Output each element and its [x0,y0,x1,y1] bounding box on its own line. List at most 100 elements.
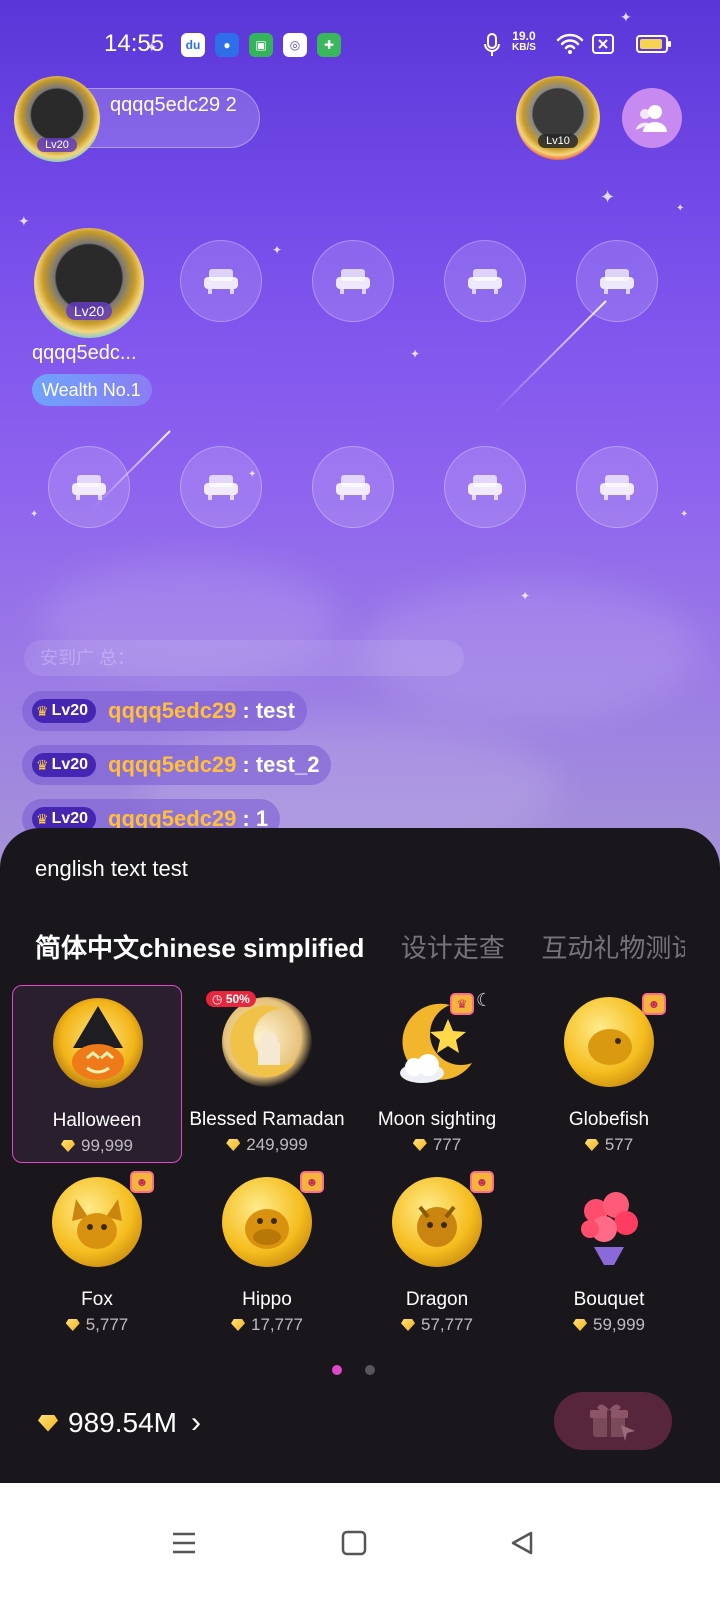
back-nav-button[interactable] [502,1523,542,1563]
host-name: qqqq5edc29 2 [110,94,237,116]
gift-tag-icon: ☻ [130,1171,154,1193]
gift-price: 59,999 [524,1315,694,1335]
balance-value: 989.54M [68,1407,177,1438]
sofa-icon [468,475,502,500]
wifi-icon [556,33,584,54]
hippo-gift-icon [222,1177,312,1267]
tab-chinese-simplified[interactable]: 简体中文chinese simplified [35,928,364,965]
gift-price-value: 99,999 [81,1136,133,1155]
crown-icon: ♛ [36,702,49,719]
gift-name: Blessed Ramadan [189,1109,345,1130]
chat-level-badge: ♛ Lv20 [32,753,97,777]
gift-name: Moon sighting [377,1109,497,1130]
chat-username[interactable]: qqqq5edc29 [108,698,236,724]
home-square-icon [341,1530,367,1556]
tab-interactive-gift-test[interactable]: 互动礼物测试 [541,928,685,965]
tab-design-review[interactable]: 设计走查 [401,928,505,965]
star-decoration: ✦ [680,509,689,520]
chevron-right-icon: › [190,1406,201,1439]
sofa-icon [204,269,238,294]
gift-item[interactable]: ◷ 50% Blessed Ramadan 249,999 [182,985,352,1163]
empty-seat[interactable] [180,446,262,528]
gift-box-icon [590,1404,635,1441]
gift-price-value: 57,777 [421,1315,473,1334]
sofa-icon [600,269,634,294]
crown-icon: ♛ [36,756,49,773]
chat-username[interactable]: qqqq5edc29 [108,752,236,778]
sale-tag: ◷ 50% [206,991,256,1007]
gift-item[interactable]: ☻ Globefish 577 [524,985,694,1163]
green-app-icon: ▣ [249,33,273,57]
gift-price: 777 [352,1135,522,1155]
online-users-button[interactable] [622,88,682,148]
page-indicator[interactable] [365,1365,375,1375]
status-time: 14:55 [104,30,165,57]
gift-price: 249,999 [182,1135,352,1155]
star-decoration: ✦ [600,187,616,207]
chat-faded-message: 安到广 总： [24,640,464,676]
battery-icon [636,35,671,53]
shooting-star [492,300,607,415]
sofa-icon [336,269,370,294]
green-shield-app-icon: ✚ [317,33,341,57]
page-indicator-active[interactable] [332,1365,342,1375]
no-sim-icon [592,34,614,54]
chat-level: Lv20 [51,810,89,827]
gift-price: 17,777 [182,1315,352,1335]
bouquet-gift-icon [564,1177,654,1267]
users-icon [636,105,667,132]
gift-item[interactable]: ☻ Dragon 57,777 [352,1165,522,1343]
room-owner-avatar[interactable]: Lv10 [516,76,600,160]
chat-level: Lv20 [51,702,89,719]
diamond-icon [61,1140,75,1152]
send-gift-button[interactable] [554,1392,672,1450]
seat-occupied-avatar[interactable]: Lv20 [34,228,144,338]
crescent-icon: ☾ [476,990,493,1010]
chat-level-badge: ♛ Lv20 [32,699,97,723]
diamond-balance[interactable]: 989.54M › [38,1406,201,1440]
ramadan-gift-icon [222,997,312,1087]
gift-item[interactable]: Halloween 99,999 [12,985,182,1163]
host-avatar[interactable]: Lv20 [14,76,100,162]
gift-name: Globefish [568,1109,650,1130]
menu-nav-button[interactable] [164,1523,204,1563]
gift-price-value: 577 [604,1135,634,1154]
globefish-gift-icon [564,997,654,1087]
empty-seat[interactable] [444,240,526,322]
gift-price-value: 59,999 [593,1315,645,1334]
empty-seat[interactable] [444,446,526,528]
sofa-icon [204,475,238,500]
gift-item[interactable]: ☻ Fox 5,777 [12,1165,182,1343]
gift-item[interactable]: ☻ Hippo 17,777 [182,1165,352,1343]
gift-price-value: 5,777 [85,1315,129,1334]
halloween-gift-icon [53,998,143,1088]
empty-seat[interactable] [312,446,394,528]
gift-tag-icon: ♛ [450,993,474,1015]
seat-user-level: Lv20 [65,302,113,320]
gift-price: 577 [524,1135,694,1155]
home-nav-button[interactable] [334,1523,374,1563]
dragon-gift-icon [392,1177,482,1267]
diamond-icon [401,1319,415,1331]
sofa-icon [468,269,502,294]
sofa-icon [600,475,634,500]
star-decoration: ✦ [272,243,283,257]
empty-seat[interactable] [180,240,262,322]
chat-level: Lv20 [51,756,89,773]
empty-seat[interactable] [312,240,394,322]
empty-seat[interactable] [576,446,658,528]
chat-message: ♛ Lv20 qqqq5edc29 : test_2 [22,745,332,785]
gift-price: 99,999 [13,1136,181,1156]
empty-seat[interactable] [48,446,130,528]
gift-item[interactable]: Bouquet 59,999 [524,1165,694,1343]
host-level: Lv20 [37,138,77,152]
empty-seat[interactable] [576,240,658,322]
gift-price-value: 249,999 [246,1135,308,1154]
seat-user-name: qqqq5edc... [32,342,137,364]
diamond-icon [65,1319,80,1331]
chat-message: ♛ Lv20 qqqq5edc29 : test [22,691,307,731]
gift-name: Halloween [52,1110,142,1131]
net-speed: 19.0 KB/S [512,30,536,54]
gift-item[interactable]: ♛ ☾ Moon sighting 777 [352,985,522,1163]
gift-panel: english text test 简体中文chinese simplified… [0,828,720,1483]
